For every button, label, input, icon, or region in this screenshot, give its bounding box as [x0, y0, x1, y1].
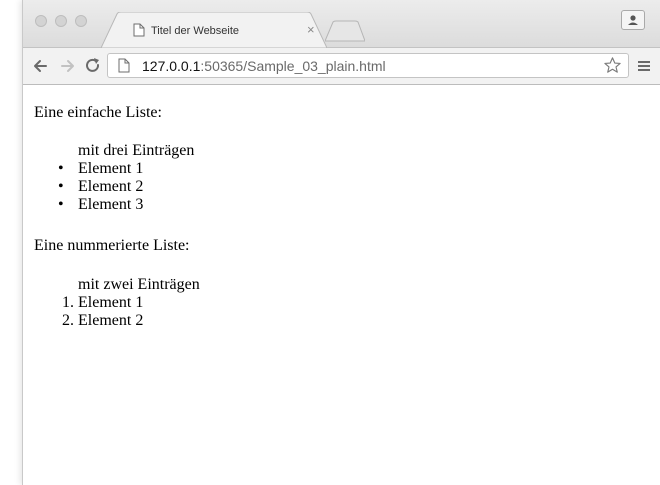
- close-window-button[interactable]: [35, 15, 47, 27]
- reload-icon: [86, 58, 99, 72]
- tab-active[interactable]: Titel der Webseite ×: [101, 12, 327, 48]
- minimize-window-button[interactable]: [55, 15, 67, 27]
- toolbar: 127.0.0.1:50365/Sample_03_plain.html: [23, 48, 660, 85]
- list-number: 1.: [62, 294, 74, 311]
- page-content: Eine einfache Liste: mit drei Einträgen …: [23, 85, 660, 485]
- bullet: •: [58, 178, 64, 195]
- profile-button[interactable]: [621, 10, 645, 30]
- bullet: •: [58, 196, 64, 213]
- address-bar[interactable]: 127.0.0.1:50365/Sample_03_plain.html: [107, 53, 629, 78]
- list-item-label: Element 1: [78, 294, 144, 311]
- browser-window: Titel der Webseite × 127.0.0.1:50365/Sam…: [22, 0, 660, 485]
- bookmark-star-icon: [604, 57, 621, 73]
- list-item: • Element 3: [34, 196, 194, 214]
- url-path: :50365/Sample_03_plain.html: [200, 58, 386, 74]
- bullet: •: [58, 160, 64, 177]
- ol-caption: mit zwei Einträgen: [78, 276, 200, 293]
- profile-icon: [628, 15, 638, 25]
- list-item: • Element 2: [34, 178, 194, 196]
- ul-caption: mit drei Einträgen: [78, 142, 195, 159]
- maximize-window-button[interactable]: [75, 15, 87, 27]
- list-item: 2. Element 2: [34, 312, 200, 330]
- tab-bar: Titel der Webseite ×: [23, 0, 660, 48]
- list-item-label: Element 1: [78, 160, 144, 177]
- list-item-label: Element 2: [78, 312, 144, 329]
- menu-icon: [638, 61, 650, 71]
- tab-title: Titel der Webseite: [151, 25, 240, 37]
- ul-heading: Eine einfache Liste:: [34, 104, 162, 121]
- list-item: 1. Element 1: [34, 294, 200, 312]
- tab-close-button[interactable]: ×: [307, 22, 315, 37]
- forward-button[interactable]: [57, 56, 77, 76]
- numbered-list: mit zwei Einträgen 1. Element 1 2. Eleme…: [34, 276, 200, 330]
- menu-button[interactable]: [636, 58, 652, 79]
- page-icon: [118, 58, 130, 78]
- list-item-label: Element 2: [78, 178, 144, 195]
- url-host: 127.0.0.1: [142, 58, 201, 74]
- forward-arrow-icon: [61, 60, 74, 72]
- bookmark-star-button[interactable]: [603, 56, 622, 80]
- back-button[interactable]: [31, 56, 51, 76]
- url-text[interactable]: 127.0.0.1:50365/Sample_03_plain.html: [142, 58, 386, 74]
- list-item-label: Element 3: [78, 196, 144, 213]
- ol-heading: Eine nummerierte Liste:: [34, 237, 190, 254]
- list-number: 2.: [62, 312, 74, 329]
- reload-button[interactable]: [83, 56, 103, 76]
- back-arrow-icon: [34, 60, 47, 72]
- bullet-list: mit drei Einträgen • Element 1 • Element…: [34, 142, 194, 214]
- list-item: • Element 1: [34, 160, 194, 178]
- new-tab-button[interactable]: [324, 20, 366, 47]
